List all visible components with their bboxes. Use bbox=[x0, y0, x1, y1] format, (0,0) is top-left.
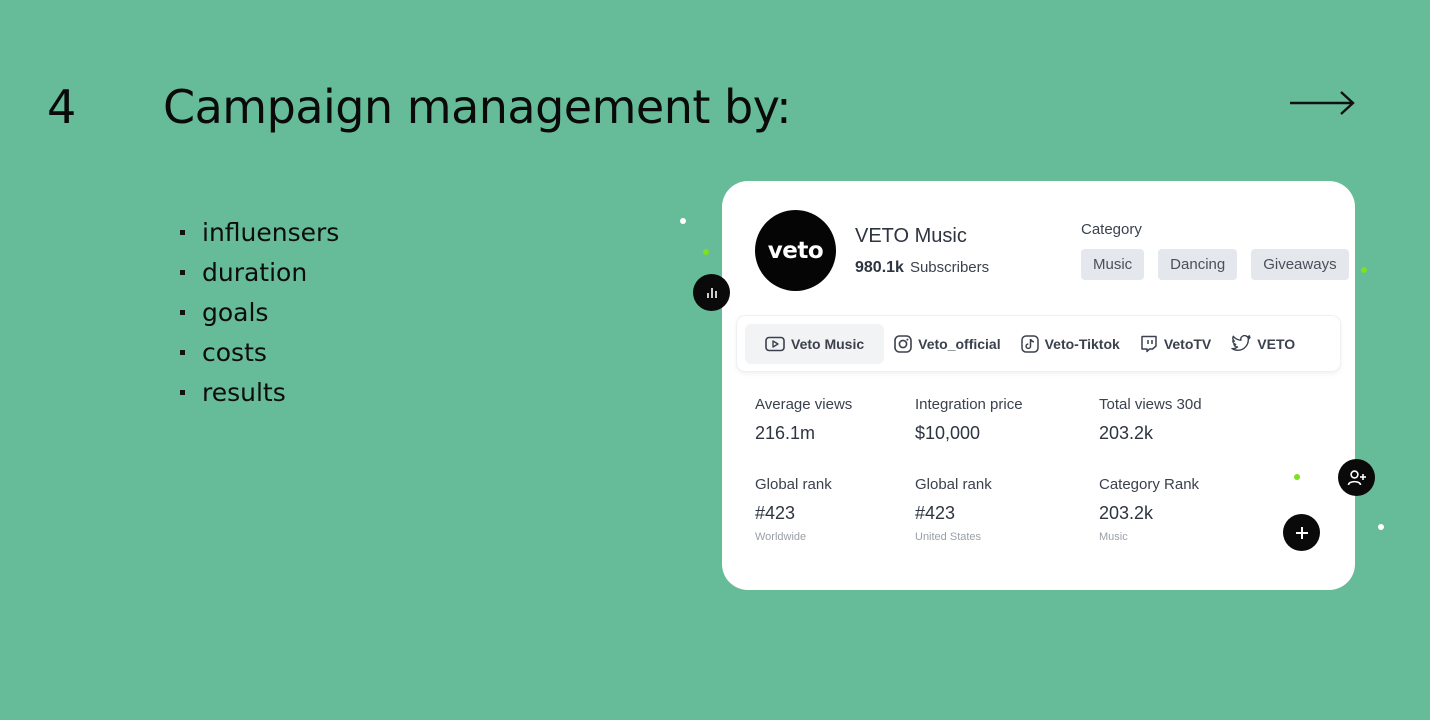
bullet-item: influensers bbox=[180, 212, 339, 252]
tiktok-icon bbox=[1020, 334, 1039, 353]
bullet-dot bbox=[180, 269, 185, 275]
stat-label: Total views 30d bbox=[1099, 396, 1202, 413]
stat-total-views: Total views 30d 203.2k bbox=[1099, 396, 1279, 444]
bullet-text: duration bbox=[202, 257, 308, 287]
stat-average-views: Average views 216.1m bbox=[755, 396, 935, 444]
tab-instagram[interactable]: Veto_official bbox=[884, 324, 1010, 364]
stat-label: Category Rank bbox=[1099, 476, 1200, 493]
stat-global-rank-worldwide: Global rank #423 Worldwide bbox=[755, 476, 935, 543]
bullet-dot bbox=[180, 389, 185, 395]
bullet-item: goals bbox=[180, 292, 339, 332]
stat-sublabel: United States bbox=[915, 531, 982, 543]
sparkle-dot bbox=[703, 249, 709, 255]
stat-value: #423 bbox=[755, 503, 796, 523]
stat-integration-price: Integration price $10,000 bbox=[915, 396, 1095, 444]
add-button[interactable] bbox=[1283, 514, 1320, 551]
tab-label: VETO bbox=[1257, 335, 1296, 352]
tab-twitch[interactable]: VetoTV bbox=[1130, 324, 1221, 364]
tab-youtube[interactable]: Veto Music bbox=[745, 323, 885, 364]
sparkle-dot bbox=[1361, 267, 1367, 273]
sparkle-dot bbox=[680, 218, 686, 224]
instagram-icon bbox=[894, 334, 912, 353]
bullet-item: costs bbox=[180, 332, 339, 372]
bullet-dot bbox=[180, 349, 185, 355]
category-tag[interactable]: Giveaways bbox=[1251, 249, 1349, 280]
twitter-icon bbox=[1231, 335, 1251, 351]
stat-label: Global rank bbox=[755, 476, 832, 493]
tab-label: Veto Music bbox=[791, 335, 865, 352]
analytics-button[interactable] bbox=[693, 274, 730, 311]
stat-value: 203.2k bbox=[1099, 423, 1154, 443]
bullet-text: results bbox=[202, 377, 286, 407]
category-tags: Music Dancing Giveaways bbox=[1081, 249, 1349, 280]
stat-label: Global rank bbox=[915, 476, 992, 493]
stat-value: 216.1m bbox=[755, 423, 816, 443]
bullet-text: costs bbox=[202, 337, 267, 367]
subscribers-count: 980.1k bbox=[855, 259, 904, 276]
category-label: Category bbox=[1081, 221, 1142, 238]
stat-value: 203.2k bbox=[1099, 503, 1154, 523]
arrow-right-icon[interactable] bbox=[1288, 89, 1356, 117]
twitch-icon bbox=[1141, 335, 1157, 352]
add-user-icon bbox=[1347, 469, 1366, 485]
bullet-item: results bbox=[180, 372, 339, 412]
bullet-dot bbox=[180, 309, 185, 315]
bullet-text: influensers bbox=[202, 217, 340, 247]
add-user-button[interactable] bbox=[1338, 459, 1375, 496]
tab-label: Veto_official bbox=[918, 335, 1001, 352]
subscribers: 980.1k Subscribers bbox=[855, 259, 989, 277]
sparkle-dot bbox=[1378, 524, 1384, 530]
bullet-list: influensers duration goals costs results bbox=[180, 212, 339, 412]
tab-label: VetoTV bbox=[1163, 335, 1212, 352]
platform-tabs: Veto Music Veto_official Veto-Tiktok Vet… bbox=[737, 316, 1340, 371]
stat-value: $10,000 bbox=[915, 423, 981, 443]
stat-label: Average views bbox=[755, 396, 853, 413]
stat-category-rank: Category Rank 203.2k Music bbox=[1099, 476, 1279, 543]
plus-icon bbox=[1295, 526, 1308, 539]
youtube-icon bbox=[765, 336, 785, 351]
slide-title: Campaign management by: bbox=[163, 80, 792, 134]
tab-tiktok[interactable]: Veto-Tiktok bbox=[1011, 324, 1130, 364]
bullet-text: goals bbox=[202, 297, 269, 327]
tab-twitter[interactable]: VETO bbox=[1221, 324, 1305, 364]
bar-chart-icon bbox=[706, 287, 717, 298]
category-tag[interactable]: Dancing bbox=[1158, 249, 1238, 280]
subscribers-label: Subscribers bbox=[909, 259, 990, 276]
stat-global-rank-country: Global rank #423 United States bbox=[915, 476, 1095, 543]
tab-label: Veto-Tiktok bbox=[1044, 335, 1120, 352]
stat-label: Integration price bbox=[915, 396, 1023, 413]
slide-number: 4 bbox=[47, 80, 77, 134]
channel-name: VETO Music bbox=[855, 225, 967, 247]
stat-value: #423 bbox=[915, 503, 956, 523]
category-tag[interactable]: Music bbox=[1081, 249, 1145, 280]
sparkle-dot bbox=[1294, 474, 1300, 480]
stat-sublabel: Music bbox=[1099, 531, 1128, 543]
stat-sublabel: Worldwide bbox=[755, 531, 807, 543]
bullet-item: duration bbox=[180, 252, 339, 292]
avatar: veto bbox=[755, 210, 836, 291]
bullet-dot bbox=[180, 229, 185, 235]
influencer-card: veto VETO Music 980.1k Subscribers Catego… bbox=[722, 181, 1355, 590]
